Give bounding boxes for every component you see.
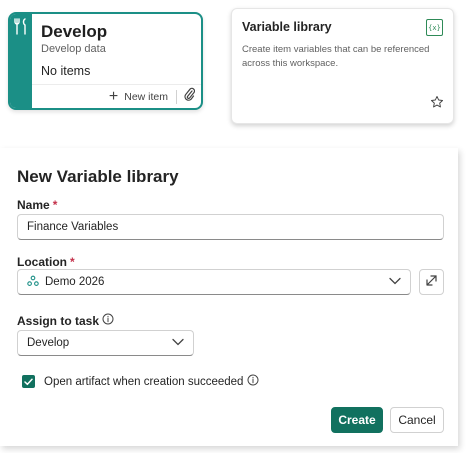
chevron-down-icon	[172, 337, 184, 349]
assign-label-text: Assign to task	[17, 313, 100, 328]
tools-icon	[13, 18, 29, 108]
open-artifact-checkbox[interactable]	[22, 375, 35, 388]
required-marker: *	[70, 255, 75, 269]
variable-library-icon: {x}	[426, 19, 443, 36]
develop-task-card[interactable]: Develop Develop data No items + New item	[8, 12, 203, 110]
info-icon[interactable]	[247, 374, 259, 389]
plus-icon: +	[108, 87, 119, 105]
task-card-title: Develop	[41, 22, 108, 41]
location-value: Demo 2026	[45, 276, 105, 288]
task-card-subtitle: Develop data	[41, 43, 106, 55]
location-label-text: Location	[17, 255, 67, 269]
new-variable-library-dialog: New Variable library Name * Location * D…	[0, 148, 458, 446]
assign-to-task-label: Assign to task	[17, 313, 114, 328]
name-label-text: Name	[17, 198, 50, 212]
checkmark-icon	[24, 373, 33, 391]
cancel-button[interactable]: Cancel	[390, 407, 444, 433]
name-input[interactable]	[17, 214, 444, 240]
variable-library-card[interactable]: Variable library {x} Create item variabl…	[231, 8, 454, 124]
open-artifact-option: Open artifact when creation succeeded	[22, 374, 259, 389]
favorite-button[interactable]	[430, 95, 444, 114]
task-card-status: No items	[41, 64, 91, 78]
open-artifact-label: Open artifact when creation succeeded	[44, 374, 259, 389]
task-card-stripe	[10, 14, 32, 108]
dialog-title: New Variable library	[17, 167, 179, 186]
task-card-footer: + New item	[32, 84, 201, 108]
chevron-down-icon	[389, 276, 401, 288]
expand-arrow-icon	[426, 273, 437, 291]
assign-task-value: Develop	[27, 337, 70, 349]
library-card-title: Variable library	[242, 20, 332, 34]
create-button[interactable]: Create	[331, 407, 383, 433]
new-item-button[interactable]: + New item	[101, 87, 176, 107]
name-label: Name *	[17, 198, 57, 212]
location-select[interactable]: Demo 2026	[17, 269, 411, 295]
attach-button[interactable]	[177, 87, 201, 107]
location-label: Location *	[17, 255, 75, 269]
new-item-label: New item	[124, 90, 168, 103]
assign-task-select[interactable]: Develop	[17, 330, 194, 356]
required-marker: *	[52, 198, 58, 212]
checkbox-label-text: Open artifact when creation succeeded	[44, 375, 244, 388]
library-card-description: Create item variables that can be refere…	[242, 44, 430, 69]
workspace-icon	[27, 275, 39, 290]
open-workspace-button[interactable]	[419, 269, 444, 295]
paperclip-icon	[183, 87, 196, 106]
star-icon	[430, 95, 444, 113]
info-icon[interactable]	[102, 313, 114, 328]
